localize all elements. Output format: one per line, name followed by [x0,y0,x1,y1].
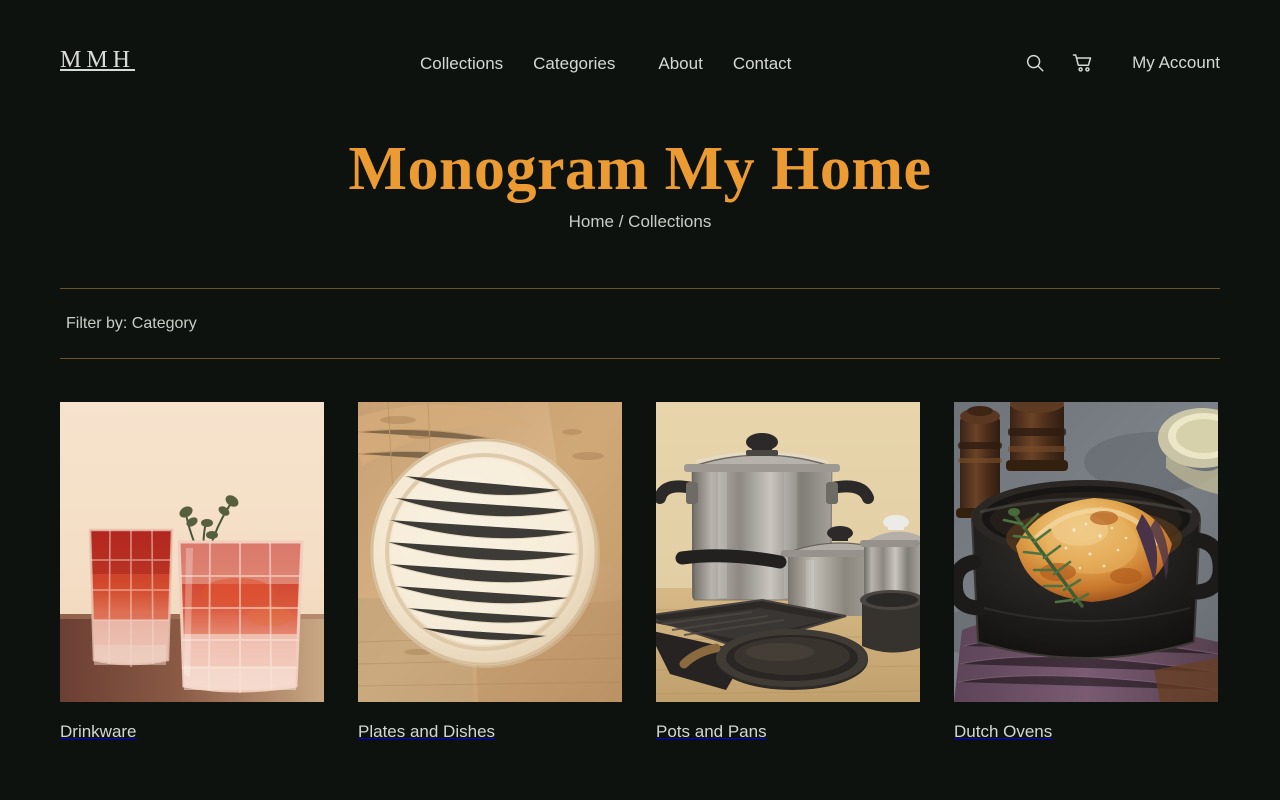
collection-label: Plates and Dishes [358,722,496,741]
page-root: MMH Collections Categories About Contact [0,0,1280,800]
filter-by-category-button[interactable]: Filter by: Category [66,313,197,335]
collection-label: Dutch Ovens [954,722,1053,741]
site-logo[interactable]: MMH [60,48,135,72]
header-actions: My Account [1022,50,1220,76]
collection-card-dutch-ovens[interactable]: Dutch Ovens [954,402,1218,744]
filter-bar: Filter by: Category [60,288,1220,359]
nav-item-contact[interactable]: Contact [733,52,792,76]
collection-card-drinkware[interactable]: Drinkware [60,402,324,744]
nav-item-categories[interactable]: Categories [533,52,615,76]
collection-image-plates-and-dishes [358,402,622,702]
site-header: MMH Collections Categories About Contact [0,0,1280,128]
collection-card-plates-and-dishes[interactable]: Plates and Dishes [358,402,622,744]
collection-card-pots-and-pans[interactable]: Pots and Pans [656,402,920,744]
breadcrumb: Home / Collections [568,212,712,231]
main-navigation: Collections Categories About Contact [420,52,791,76]
search-icon[interactable] [1022,50,1048,76]
nav-item-about[interactable]: About [658,52,702,76]
nav-item-collections[interactable]: Collections [420,52,503,76]
collection-image-pots-and-pans [656,402,920,702]
page-title: Monogram My Home [348,135,932,203]
my-account-link[interactable]: My Account [1132,51,1220,75]
collection-label: Drinkware [60,722,137,741]
collection-image-drinkware [60,402,324,702]
collections-grid: Drinkware Plates and Dishes Pots and Pan… [60,402,1220,744]
shopping-cart-icon[interactable] [1070,50,1096,76]
collection-image-dutch-ovens [954,402,1218,702]
collection-label: Pots and Pans [656,722,767,741]
